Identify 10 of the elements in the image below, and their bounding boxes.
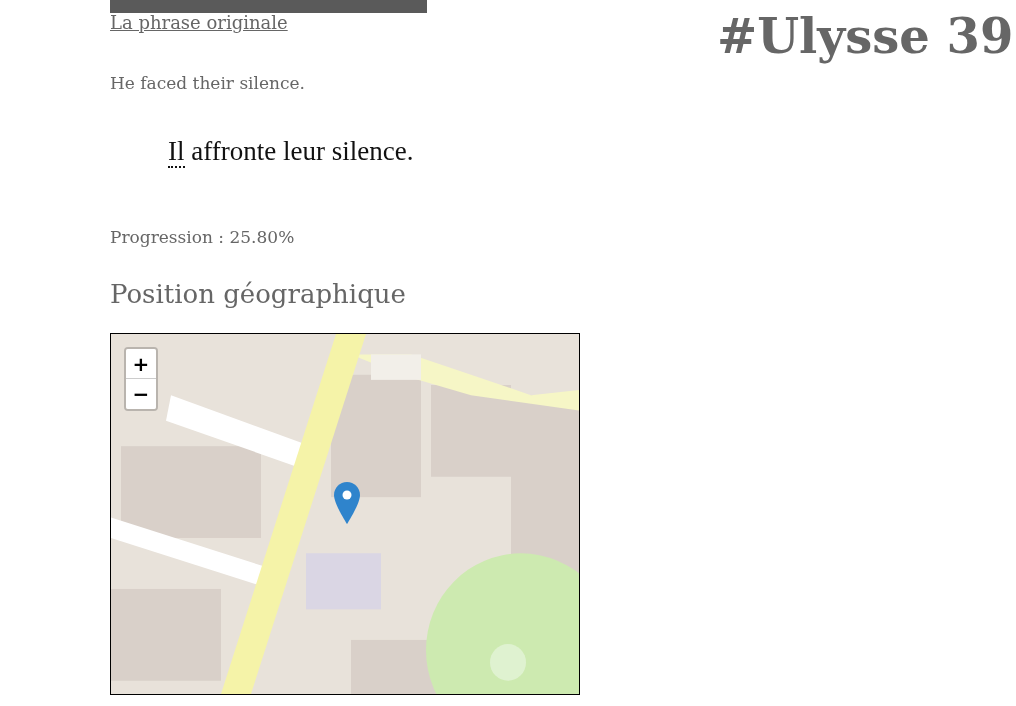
map-pin-icon[interactable] [334,482,360,524]
zoom-out-button[interactable]: − [126,379,156,409]
map-view[interactable]: + − [110,333,580,695]
page-title: #Ulysse 39 [717,7,1015,66]
section-heading: Position géographique [110,278,406,311]
translation-text: He faced their silence. [110,72,305,95]
original-sentence-link[interactable]: La phrase originale [110,11,288,35]
french-sentence: Il affronte leur silence. [168,135,414,167]
progress-text: Progression : 25.80% [110,226,295,249]
zoom-in-button[interactable]: + [126,349,156,379]
